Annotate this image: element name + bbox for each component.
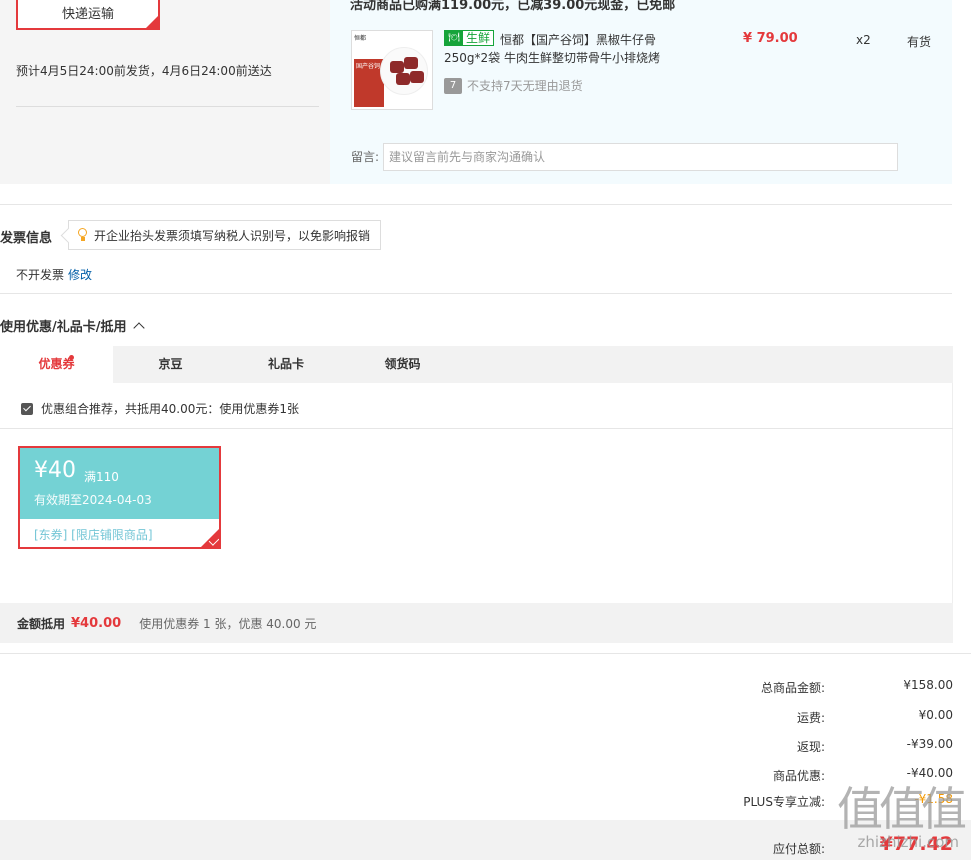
plus-discount-label: PLUS专享立减:: [743, 795, 825, 809]
fresh-tag-label: 生鲜: [466, 31, 491, 45]
no-return-icon: 7: [444, 77, 462, 94]
thumb-brand: 恒都: [354, 35, 367, 42]
divider: [0, 293, 952, 294]
invoice-status: 不开发票: [16, 268, 65, 282]
stock-status: 有货: [907, 35, 932, 49]
cashback-value: -¥39.00: [906, 737, 953, 751]
tab-coupons[interactable]: 优惠券: [0, 346, 113, 383]
product-thumbnail[interactable]: 恒都 国产谷饲: [351, 30, 433, 110]
note-input[interactable]: [383, 143, 898, 171]
cashback-label: 返现:: [796, 740, 825, 754]
note-label: 留言:: [351, 150, 380, 164]
coupon-condition: 满110: [84, 470, 119, 484]
tab-label: 京豆: [158, 357, 183, 371]
thumb-panel-text: 国产谷饲: [356, 63, 381, 70]
coupon-summary: 金额抵用 ¥40.00 使用优惠券 1 张，优惠 40.00 元: [0, 603, 953, 643]
watermark: 值值值 zhizhizhi.com: [823, 782, 967, 853]
coupon-card[interactable]: ¥40 满110 有效期至2024-04-03 [东券] [限店铺限商品]: [18, 446, 221, 549]
invoice-tip: 开企业抬头发票须填写纳税人识别号，以免影响报销: [68, 220, 382, 250]
shipping-method-button[interactable]: 快递运输: [16, 0, 160, 30]
product-price: ¥ 79.00: [743, 31, 798, 46]
coupon-scope: [东券] [限店铺限商品]: [34, 528, 153, 542]
fresh-icon: 🍽: [445, 31, 463, 45]
summary-label: 金额抵用: [17, 616, 66, 631]
thumb-meat: [404, 57, 418, 69]
summary-amount: ¥40.00: [71, 615, 122, 631]
red-dot-badge: [69, 355, 74, 360]
coupon-amount: ¥40: [34, 458, 76, 483]
product-quantity: x2: [856, 33, 871, 47]
invoice-tip-text: 开企业抬头发票须填写纳税人识别号，以免影响报销: [94, 228, 371, 243]
combo-recommend[interactable]: 优惠组合推荐，共抵用40.00元：使用优惠券1张: [21, 400, 299, 417]
divider: [0, 653, 971, 654]
no-return-notice: 7 不支持7天无理由退货: [444, 77, 583, 94]
thumb-meat: [390, 61, 404, 73]
watermark-logo: 值值值: [837, 782, 967, 836]
thumb-meat: [396, 73, 410, 85]
checkbox-checked[interactable]: [21, 402, 33, 415]
tab-redeem-code[interactable]: 领货码: [344, 346, 461, 383]
coupon-section-title: 使用优惠/礼品卡/抵用: [0, 320, 127, 335]
coupon-section-toggle[interactable]: 使用优惠/礼品卡/抵用: [0, 316, 145, 335]
delivery-eta: 预计4月5日24:00前发货，4月6日24:00前送达: [16, 64, 272, 78]
invoice-title: 发票信息: [0, 231, 53, 246]
total-goods-value: ¥158.00: [903, 678, 953, 692]
divider: [0, 204, 952, 205]
fresh-tag: 🍽 生鲜: [444, 30, 495, 46]
total-goods-label: 总商品金额:: [760, 681, 825, 695]
product-discount-label: 商品优惠:: [772, 769, 825, 783]
chevron-up-icon: [132, 321, 145, 334]
combo-text: 优惠组合推荐，共抵用40.00元：使用优惠券1张: [41, 402, 299, 416]
divider: [0, 428, 953, 429]
watermark-site: zhizhizhi.com: [857, 833, 959, 851]
payable-label: 应付总额:: [772, 842, 825, 856]
tab-label: 礼品卡: [267, 357, 304, 371]
invoice-edit-link[interactable]: 修改: [68, 266, 92, 283]
summary-desc: 使用优惠券 1 张，优惠 40.00 元: [139, 616, 317, 631]
divider: [16, 106, 319, 107]
coupon-validity: 有效期至2024-04-03: [34, 493, 152, 507]
tab-gift-card[interactable]: 礼品卡: [228, 346, 344, 383]
shipping-fee-value: ¥0.00: [918, 708, 953, 722]
tab-jingdou[interactable]: 京豆: [113, 346, 228, 383]
shipping-fee-label: 运费:: [796, 711, 825, 725]
no-return-text: 不支持7天无理由退货: [467, 79, 583, 93]
tab-label: 领货码: [384, 357, 421, 371]
product-discount-value: -¥40.00: [906, 766, 953, 780]
selected-corner: [146, 16, 158, 28]
thumb-meat: [410, 71, 424, 83]
promo-text: 活动商品已购满119.00元，已减39.00元现金，已免邮: [350, 0, 676, 13]
shipping-method-label: 快递运输: [61, 7, 114, 22]
lightbulb-icon: [77, 228, 89, 242]
